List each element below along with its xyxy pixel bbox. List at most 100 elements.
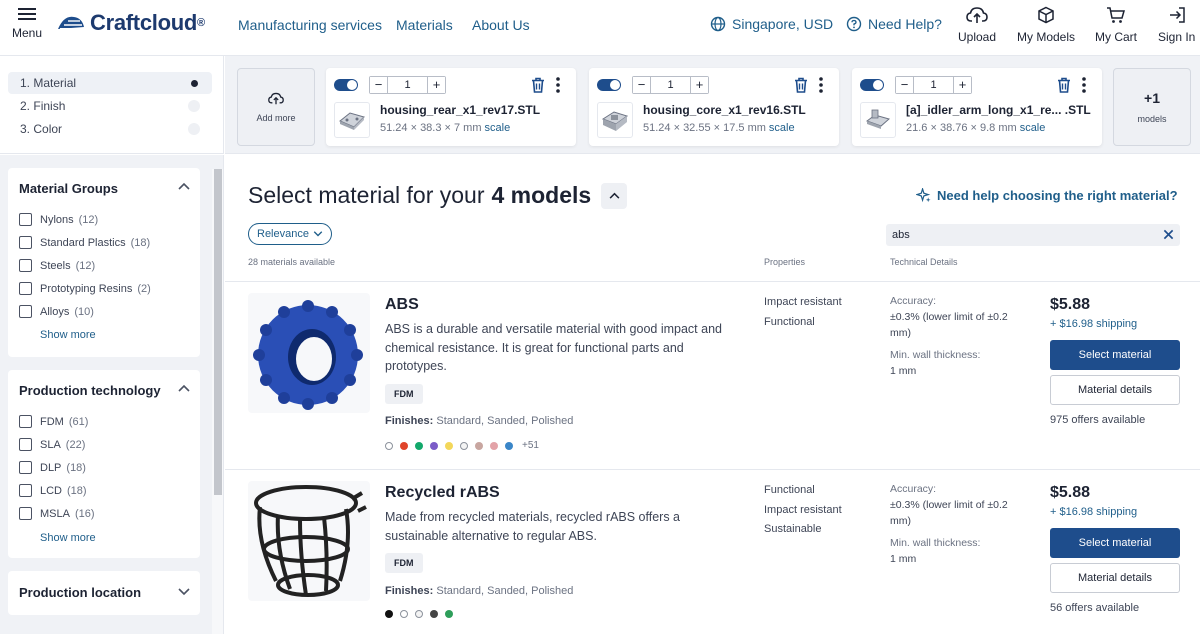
filter-production-location[interactable]: Production location bbox=[8, 571, 200, 615]
close-icon[interactable] bbox=[1163, 229, 1174, 240]
scrollbar-thumb[interactable] bbox=[214, 169, 222, 495]
material-title[interactable]: Recycled rABS bbox=[385, 484, 500, 502]
filter-option-lcd[interactable]: LCD (18) bbox=[19, 484, 87, 497]
quantity-stepper[interactable]: − 1 + bbox=[632, 76, 709, 94]
color-swatch[interactable] bbox=[505, 441, 513, 450]
material-title[interactable]: ABS bbox=[385, 296, 419, 314]
color-swatch[interactable] bbox=[400, 610, 408, 618]
more-colors-count[interactable]: +51 bbox=[522, 440, 539, 451]
nav-about-us[interactable]: About Us bbox=[472, 17, 530, 33]
color-swatch[interactable] bbox=[430, 441, 438, 450]
filter-option-alloys[interactable]: Alloys (10) bbox=[19, 305, 94, 318]
filter-option-dlp[interactable]: DLP (18) bbox=[19, 461, 86, 474]
nav-materials[interactable]: Materials bbox=[396, 17, 453, 33]
quantity-value[interactable]: 1 bbox=[387, 77, 428, 93]
upload-button[interactable]: Upload bbox=[958, 6, 996, 44]
checkbox[interactable] bbox=[19, 415, 32, 428]
quantity-stepper[interactable]: − 1 + bbox=[895, 76, 972, 94]
checkbox[interactable] bbox=[19, 213, 32, 226]
scale-link[interactable]: scale bbox=[485, 122, 511, 134]
material-image[interactable] bbox=[248, 293, 370, 413]
my-models-button[interactable]: My Models bbox=[1017, 6, 1075, 44]
color-swatch[interactable] bbox=[475, 441, 483, 450]
checkbox[interactable] bbox=[19, 236, 32, 249]
show-more-link[interactable]: Show more bbox=[40, 532, 96, 544]
checkbox[interactable] bbox=[19, 282, 32, 295]
accuracy-value: ±0.3% (lower limit of ±0.2 mm) bbox=[890, 311, 1008, 339]
filter-option-msla[interactable]: MSLA (16) bbox=[19, 507, 95, 520]
checkbox[interactable] bbox=[19, 507, 32, 520]
step-material[interactable]: 1. Material bbox=[8, 72, 212, 94]
sign-in-button[interactable]: Sign In bbox=[1158, 6, 1195, 44]
checkbox[interactable] bbox=[19, 461, 32, 474]
increment-button[interactable]: + bbox=[428, 77, 445, 93]
scale-link[interactable]: scale bbox=[1020, 122, 1046, 134]
my-cart-button[interactable]: My Cart bbox=[1095, 6, 1137, 44]
nav-manufacturing-services[interactable]: Manufacturing services bbox=[238, 17, 382, 33]
quantity-value[interactable]: 1 bbox=[650, 77, 691, 93]
quantity-stepper[interactable]: − 1 + bbox=[369, 76, 446, 94]
collapse-models-button[interactable] bbox=[601, 182, 628, 209]
more-options-icon[interactable] bbox=[819, 77, 823, 93]
dimensions-text: 21.6 × 38.76 × 9.8 mm bbox=[906, 122, 1017, 134]
model-toggle[interactable] bbox=[334, 79, 358, 91]
color-swatch[interactable] bbox=[460, 441, 468, 450]
region-selector[interactable]: Singapore, USD bbox=[710, 16, 833, 32]
scale-link[interactable]: scale bbox=[769, 122, 795, 134]
material-details-button[interactable]: Material details bbox=[1050, 563, 1180, 593]
trash-icon[interactable] bbox=[1057, 77, 1071, 93]
globe-icon bbox=[710, 16, 726, 32]
filter-option-nylons[interactable]: Nylons (12) bbox=[19, 213, 98, 226]
decrement-button[interactable]: − bbox=[633, 77, 650, 93]
chevron-up-icon[interactable] bbox=[178, 182, 190, 190]
checkbox[interactable] bbox=[19, 259, 32, 272]
craftcloud-logo[interactable]: Craftcloud ® bbox=[56, 10, 205, 36]
decrement-button[interactable]: − bbox=[370, 77, 387, 93]
model-toggle[interactable] bbox=[597, 79, 621, 91]
select-material-button[interactable]: Select material bbox=[1050, 528, 1180, 558]
chevron-up-icon[interactable] bbox=[178, 384, 190, 392]
decrement-button[interactable]: − bbox=[896, 77, 913, 93]
filter-option-prototyping-resins[interactable]: Prototyping Resins (2) bbox=[19, 282, 151, 295]
checkbox[interactable] bbox=[19, 484, 32, 497]
color-swatch[interactable] bbox=[445, 610, 453, 618]
more-models-button[interactable]: +1 models bbox=[1113, 68, 1191, 146]
quantity-value[interactable]: 1 bbox=[913, 77, 954, 93]
step-finish[interactable]: 2. Finish bbox=[8, 95, 212, 117]
material-search-input[interactable] bbox=[886, 224, 1146, 246]
checkbox[interactable] bbox=[19, 305, 32, 318]
sidebar-scrollbar[interactable] bbox=[212, 169, 223, 634]
filter-option-steels[interactable]: Steels (12) bbox=[19, 259, 95, 272]
material-properties: Impact resistant Functional bbox=[764, 293, 842, 332]
color-swatch[interactable] bbox=[415, 441, 423, 450]
color-swatch[interactable] bbox=[385, 441, 393, 450]
filter-option-standard-plastics[interactable]: Standard Plastics (18) bbox=[19, 236, 150, 249]
sort-dropdown[interactable]: Relevance bbox=[248, 223, 332, 245]
need-help-link[interactable]: Need Help? bbox=[846, 16, 942, 32]
color-swatch[interactable] bbox=[415, 610, 423, 618]
trash-icon[interactable] bbox=[531, 77, 545, 93]
menu-button[interactable]: Menu bbox=[10, 6, 44, 50]
color-swatch[interactable] bbox=[385, 610, 393, 618]
select-material-button[interactable]: Select material bbox=[1050, 340, 1180, 370]
checkbox[interactable] bbox=[19, 438, 32, 451]
color-swatch[interactable] bbox=[400, 441, 408, 450]
color-swatch[interactable] bbox=[430, 610, 438, 618]
add-more-button[interactable]: Add more bbox=[237, 68, 315, 146]
material-details-button[interactable]: Material details bbox=[1050, 375, 1180, 405]
trash-icon[interactable] bbox=[794, 77, 808, 93]
material-image[interactable] bbox=[248, 481, 370, 601]
show-more-link[interactable]: Show more bbox=[40, 329, 96, 341]
filter-option-fdm[interactable]: FDM (61) bbox=[19, 415, 88, 428]
help-choosing-material-link[interactable]: Need help choosing the right material? bbox=[916, 188, 1178, 203]
color-swatch[interactable] bbox=[445, 441, 453, 450]
color-swatch[interactable] bbox=[490, 441, 498, 450]
step-color[interactable]: 3. Color bbox=[8, 118, 212, 140]
model-toggle[interactable] bbox=[860, 79, 884, 91]
increment-button[interactable]: + bbox=[691, 77, 708, 93]
more-options-icon[interactable] bbox=[556, 77, 560, 93]
filter-option-sla[interactable]: SLA (22) bbox=[19, 438, 85, 451]
chevron-down-icon[interactable] bbox=[178, 588, 190, 596]
increment-button[interactable]: + bbox=[954, 77, 971, 93]
more-options-icon[interactable] bbox=[1082, 77, 1086, 93]
